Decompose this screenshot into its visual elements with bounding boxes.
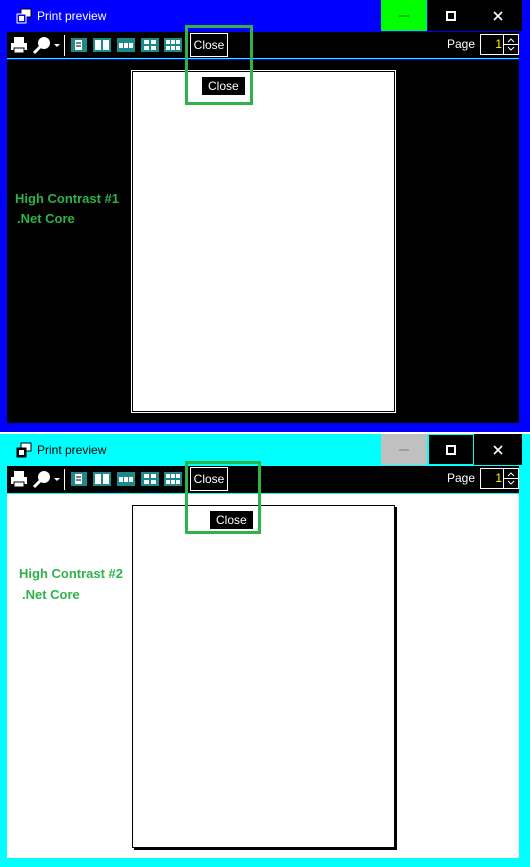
one-page-icon[interactable] [71,35,87,55]
preview-page [131,70,396,413]
minimize-button[interactable] [381,0,427,31]
dropdown-arrow-icon[interactable] [53,469,61,489]
print-icon[interactable] [10,35,28,55]
spin-up-icon[interactable] [504,35,518,54]
six-pages-icon[interactable] [164,469,182,489]
dropdown-arrow-icon[interactable] [53,35,61,55]
caption-line-2: .Net Core [22,587,80,602]
page-label: Page [447,37,476,51]
two-pages-icon[interactable] [93,469,111,489]
print-preview-window-1: Print preview Close Page 1 [0,0,530,432]
app-icon [16,8,32,24]
preview-page [132,505,395,848]
highlight-box [185,461,261,534]
maximize-button[interactable] [428,0,474,31]
page-number-spinner[interactable]: 1 [480,34,519,55]
three-pages-icon[interactable] [117,35,135,55]
six-pages-icon[interactable] [164,35,182,55]
four-pages-icon[interactable] [141,469,159,489]
four-pages-icon[interactable] [141,35,159,55]
maximize-icon [446,10,456,21]
caption-line-1: High Contrast #2 [19,566,124,581]
toolbar-separator [64,469,65,490]
caption-line-1: High Contrast #1 [15,191,120,206]
spin-up-icon[interactable] [504,469,518,488]
zoom-icon[interactable] [32,469,52,489]
minimize-icon [399,449,409,450]
caption-line-2: .Net Core [17,211,75,226]
highlight-box [185,25,253,105]
zoom-icon[interactable] [32,35,52,55]
close-icon [493,444,503,455]
minimize-icon [399,15,409,16]
page-label: Page [447,471,476,485]
window-title: Print preview [37,9,107,23]
print-icon[interactable] [10,469,28,489]
close-window-button[interactable] [474,0,522,31]
maximize-button[interactable] [428,434,474,465]
two-pages-icon[interactable] [93,35,111,55]
preview-toolbar: Close Page 1 [7,466,519,493]
preview-area[interactable] [7,494,519,858]
window-title: Print preview [37,443,107,457]
print-preview-window-2: Print preview Close Page 1 [0,434,530,867]
spin-buttons[interactable] [503,469,518,488]
page-number-spinner[interactable]: 1 [480,468,519,489]
title-bar[interactable]: Print preview [0,434,530,466]
toolbar-separator [64,35,65,56]
minimize-button[interactable] [381,434,427,465]
page-number-value: 1 [495,37,502,51]
one-page-icon[interactable] [71,469,87,489]
spin-buttons[interactable] [503,35,518,54]
preview-area[interactable] [7,60,519,423]
preview-toolbar: Close Page 1 [7,32,519,59]
three-pages-icon[interactable] [117,469,135,489]
app-icon [16,442,32,458]
title-bar[interactable]: Print preview [0,0,530,32]
maximize-icon [446,444,456,455]
toolbar-divider [7,58,519,59]
close-icon [493,10,503,21]
close-window-button[interactable] [474,434,522,465]
page-number-value: 1 [495,471,502,485]
